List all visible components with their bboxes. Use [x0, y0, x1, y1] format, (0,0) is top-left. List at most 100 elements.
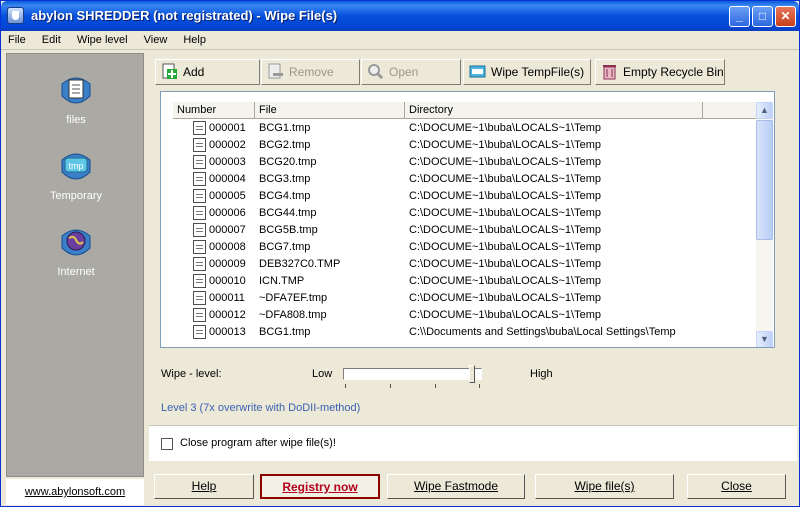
maximize-button[interactable]: □: [752, 6, 773, 27]
sidebar-item-internet[interactable]: Internet: [7, 226, 145, 278]
wipe-level-slider[interactable]: [343, 368, 482, 380]
slider-tick: [345, 384, 346, 388]
list-header: Number File Directory: [173, 102, 759, 119]
wipe-level-description: Level 3 (7x overwrite with DoDII-method): [161, 402, 361, 414]
window-title: abylon SHREDDER (not registrated) - Wipe…: [31, 8, 338, 23]
file-icon: [193, 325, 206, 339]
row-directory: C:\DOCUME~1\buba\LOCALS~1\Temp: [409, 241, 601, 253]
slider-tick: [435, 384, 436, 388]
close-after-label[interactable]: Close program after wipe file(s)!: [180, 437, 336, 449]
row-file: DEB327C0.TMP: [259, 258, 341, 270]
column-file[interactable]: File: [255, 102, 405, 119]
row-number: 000006: [209, 207, 246, 219]
table-row[interactable]: 000004 BCG3.tmp C:\DOCUME~1\buba\LOCALS~1\…: [173, 171, 759, 188]
wipe-files-button[interactable]: Wipe file(s): [535, 474, 674, 499]
row-directory: C:\DOCUME~1\buba\LOCALS~1\Temp: [409, 190, 601, 202]
file-icon: [193, 240, 206, 254]
row-number: 000003: [209, 156, 246, 168]
row-directory: C:\DOCUME~1\buba\LOCALS~1\Temp: [409, 122, 601, 134]
file-icon: [193, 291, 206, 305]
table-row[interactable]: 000003 BCG20.tmp C:\DOCUME~1\buba\LOCALS~1…: [173, 154, 759, 171]
empty-recycle-bin-button[interactable]: Empty Recycle Bin: [595, 59, 725, 85]
scroll-thumb[interactable]: [756, 120, 773, 240]
menu-edit[interactable]: Edit: [35, 31, 67, 46]
column-spare: [703, 102, 759, 119]
menu-view[interactable]: View: [137, 31, 174, 46]
scroll-down-button[interactable]: ▼: [756, 331, 773, 347]
help-button[interactable]: Help: [154, 474, 254, 499]
table-row[interactable]: 000007 BCG5B.tmp C:\DOCUME~1\buba\LOCALS~1…: [173, 222, 759, 239]
row-directory: C:\DOCUME~1\buba\LOCALS~1\Temp: [409, 224, 601, 236]
wipe-fastmode-button[interactable]: Wipe Fastmode: [387, 474, 525, 499]
table-row[interactable]: 000005 BCG4.tmp C:\DOCUME~1\buba\LOCALS~1\…: [173, 188, 759, 205]
remove-label: Remove: [289, 65, 334, 79]
table-row[interactable]: 000008 BCG7.tmp C:\DOCUME~1\buba\LOCALS~1\…: [173, 239, 759, 256]
title-bar[interactable]: abylon SHREDDER (not registrated) - Wipe…: [1, 1, 799, 31]
add-label: Add: [183, 65, 205, 79]
table-row[interactable]: 000002 BCG2.tmp C:\DOCUME~1\buba\LOCALS~1\…: [173, 137, 759, 154]
row-file: BCG4.tmp: [259, 190, 311, 202]
row-number: 000012: [209, 309, 246, 321]
menu-wipe-level[interactable]: Wipe level: [70, 31, 134, 46]
file-icon: [193, 155, 206, 169]
remove-button[interactable]: Remove: [261, 59, 360, 85]
wipe-temp-button[interactable]: Wipe TempFile(s): [463, 59, 591, 85]
file-icon: [193, 189, 206, 203]
app-shield-icon[interactable]: [7, 7, 24, 24]
column-number[interactable]: Number: [173, 102, 255, 119]
row-file: BCG7.tmp: [259, 241, 311, 253]
sidebar: files tmp Temporary Internet: [6, 53, 144, 477]
vertical-scrollbar[interactable]: ▲ ▼: [756, 102, 773, 347]
table-row[interactable]: 000013 BCG1.tmp C:\\Documents and Settings…: [173, 324, 759, 341]
row-directory: C:\\Documents and Settings\buba\Local Se…: [409, 326, 676, 338]
row-directory: C:\DOCUME~1\buba\LOCALS~1\Temp: [409, 173, 601, 185]
row-file: BCG2.tmp: [259, 139, 311, 151]
website-link[interactable]: www.abylonsoft.com: [6, 479, 144, 505]
menu-file[interactable]: File: [1, 31, 32, 46]
row-file: BCG3.tmp: [259, 173, 311, 185]
tmp-icon: tmp: [61, 153, 91, 180]
close-after-checkbox[interactable]: [161, 438, 173, 450]
row-number: 000005: [209, 190, 246, 202]
table-row[interactable]: 000006 BCG44.tmp C:\DOCUME~1\buba\LOCALS~1…: [173, 205, 759, 222]
open-label: Open: [389, 65, 419, 79]
row-directory: C:\DOCUME~1\buba\LOCALS~1\Temp: [409, 207, 601, 219]
close-window-button[interactable]: ✕: [775, 6, 796, 27]
row-number: 000007: [209, 224, 246, 236]
sidebar-item-label: files: [66, 114, 86, 126]
row-directory: C:\DOCUME~1\buba\LOCALS~1\Temp: [409, 275, 601, 287]
empty-recycle-bin-label: Empty Recycle Bin: [623, 65, 724, 79]
high-label: High: [530, 368, 553, 380]
add-button[interactable]: Add: [155, 59, 260, 85]
file-list[interactable]: Number File Directory 000001 BCG1.tmp C:\D…: [160, 91, 775, 348]
table-row[interactable]: 000012 ~DFA808.tmp C:\DOCUME~1\buba\LOCALS…: [173, 307, 759, 324]
sidebar-item-files[interactable]: files: [7, 74, 145, 126]
wipe-level-slider-thumb[interactable]: [469, 365, 475, 383]
row-file: BCG44.tmp: [259, 207, 317, 219]
sidebar-item-temporary[interactable]: tmp Temporary: [7, 150, 145, 202]
wipe-temp-label: Wipe TempFile(s): [491, 65, 585, 79]
registry-now-button[interactable]: Registry now: [260, 474, 380, 499]
add-icon: [162, 63, 177, 79]
menu-help[interactable]: Help: [176, 31, 212, 46]
row-number: 000008: [209, 241, 246, 253]
minimize-button[interactable]: _: [729, 6, 750, 27]
column-directory[interactable]: Directory: [405, 102, 703, 119]
temp-files-icon: [469, 65, 486, 78]
scroll-up-button[interactable]: ▲: [756, 102, 773, 119]
row-file: BCG1.tmp: [259, 326, 311, 338]
sidebar-item-label: Temporary: [50, 190, 102, 202]
row-number: 000009: [209, 258, 246, 270]
row-number: 000001: [209, 122, 246, 134]
menu-bar: File Edit Wipe level View Help: [1, 31, 799, 50]
row-file: ~DFA7EF.tmp: [259, 292, 328, 304]
open-button[interactable]: Open: [361, 59, 461, 85]
close-button[interactable]: Close: [687, 474, 786, 499]
slider-tick: [479, 384, 480, 388]
table-row[interactable]: 000011 ~DFA7EF.tmp C:\DOCUME~1\buba\LOCALS…: [173, 290, 759, 307]
file-icon: [193, 257, 206, 271]
files-icon: [61, 77, 91, 104]
table-row[interactable]: 000009 DEB327C0.TMP C:\DOCUME~1\buba\LOCAL…: [173, 256, 759, 273]
table-row[interactable]: 000001 BCG1.tmp C:\DOCUME~1\buba\LOCALS~1\…: [173, 120, 759, 137]
table-row[interactable]: 000010 ICN.TMP C:\DOCUME~1\buba\LOCALS~1\T…: [173, 273, 759, 290]
